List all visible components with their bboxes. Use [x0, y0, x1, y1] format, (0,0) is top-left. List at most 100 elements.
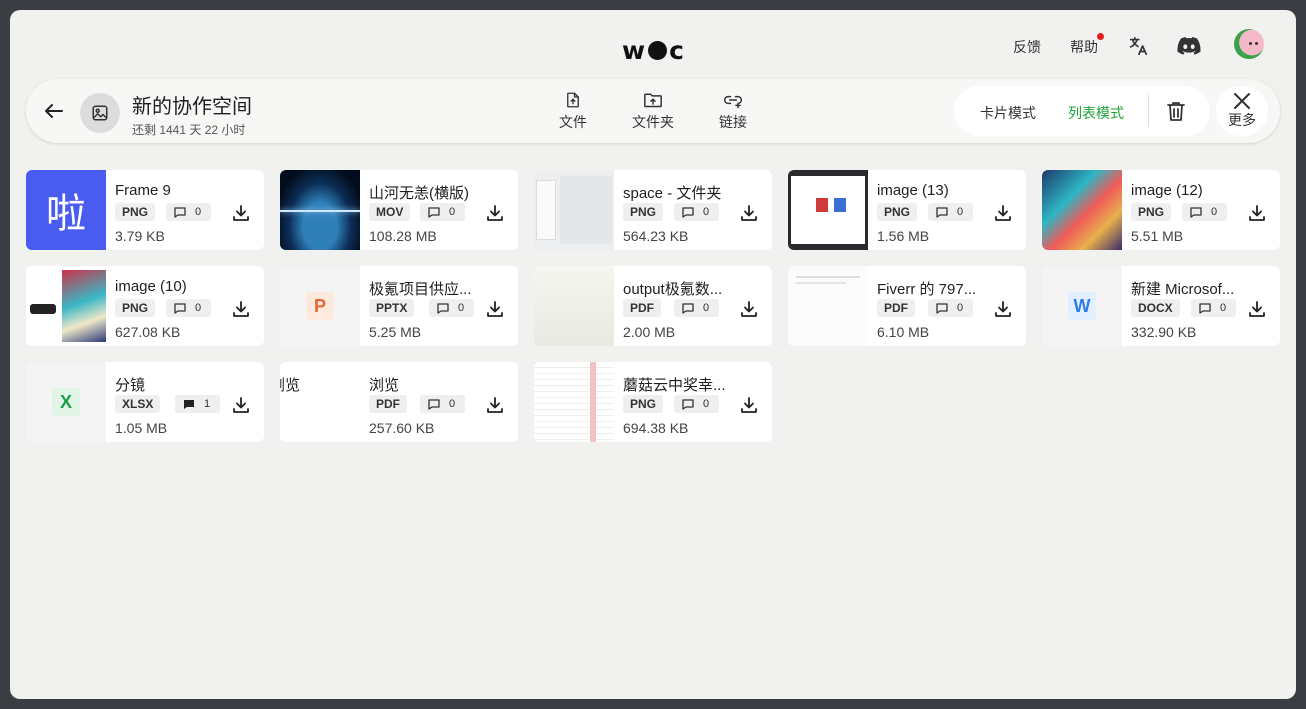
download-icon[interactable] — [994, 204, 1012, 222]
file-name[interactable]: image (13) — [877, 182, 949, 199]
file-name[interactable]: 蘑菇云中奖幸... — [623, 374, 726, 395]
download-icon[interactable] — [486, 396, 504, 414]
file-thumbnail[interactable]: W — [1042, 266, 1122, 346]
comment-count-badge[interactable]: 0 — [1182, 203, 1227, 221]
file-name[interactable]: image (12) — [1131, 182, 1203, 199]
comment-count: 1 — [204, 398, 211, 410]
comment-count-badge[interactable]: 0 — [674, 203, 719, 221]
file-type-badge: PNG — [623, 395, 664, 413]
comment-count-badge[interactable]: 0 — [420, 395, 465, 413]
file-card[interactable]: image (13) PNG 0 1.56 MB — [788, 170, 1026, 250]
file-name[interactable]: image (10) — [115, 278, 187, 295]
file-card[interactable]: image (12) PNG 0 5.51 MB — [1042, 170, 1280, 250]
feedback-link[interactable]: 反馈 — [1013, 37, 1041, 57]
comment-count: 0 — [195, 302, 202, 314]
file-type-badge: PDF — [623, 299, 661, 317]
comment-count-badge[interactable]: 0 — [928, 299, 973, 317]
file-type-badge: DOCX — [1131, 299, 1180, 317]
add-link-button[interactable]: 链接 — [719, 91, 747, 132]
comment-count-badge[interactable]: 0 — [166, 203, 211, 221]
file-name[interactable]: 新建 Microsof... — [1131, 278, 1234, 299]
download-icon[interactable] — [486, 300, 504, 318]
file-card[interactable]: 啦 Frame 9 PNG 0 3.79 KB — [26, 170, 264, 250]
download-icon[interactable] — [1248, 300, 1266, 318]
file-card[interactable]: output极氪数... PDF 0 2.00 MB — [534, 266, 772, 346]
download-icon[interactable] — [232, 300, 250, 318]
file-card[interactable]: W 新建 Microsof... DOCX 0 332.90 KB — [1042, 266, 1280, 346]
upload-file-button[interactable]: 文件 — [559, 91, 587, 132]
upload-file-label: 文件 — [559, 114, 587, 130]
space-image-icon[interactable] — [80, 93, 120, 133]
comment-icon — [428, 398, 440, 410]
download-icon[interactable] — [232, 204, 250, 222]
comment-icon — [936, 206, 948, 218]
file-thumbnail[interactable]: X — [26, 362, 106, 442]
file-name[interactable]: Frame 9 — [115, 182, 171, 199]
file-card[interactable]: 蘑菇云中奖幸... PNG 0 694.38 KB — [534, 362, 772, 442]
file-card[interactable]: space - 文件夹 PNG 0 564.23 KB — [534, 170, 772, 250]
download-icon[interactable] — [486, 204, 504, 222]
file-thumbnail[interactable]: 啦 — [26, 170, 106, 250]
thumb-text: 啦 — [26, 170, 106, 250]
folder-upload-icon — [644, 93, 662, 108]
file-card[interactable]: P 极氪项目供应... PPTX 0 5.25 MB — [280, 266, 518, 346]
upload-folder-label: 文件夹 — [632, 114, 674, 130]
comment-count-badge[interactable]: 0 — [928, 203, 973, 221]
file-type-badge: PDF — [369, 395, 407, 413]
file-thumbnail[interactable] — [534, 266, 614, 346]
file-thumbnail[interactable] — [534, 362, 614, 442]
file-card[interactable]: 山河无恙(横版) MOV 0 108.28 MB — [280, 170, 518, 250]
list-mode-button[interactable]: 列表模式 — [1068, 103, 1124, 123]
help-link[interactable]: 帮助 — [1070, 33, 1104, 57]
file-thumbnail[interactable]: P — [280, 266, 360, 346]
comment-count: 0 — [703, 206, 710, 218]
logo[interactable]: w c — [622, 36, 685, 65]
file-thumbnail[interactable] — [1042, 170, 1122, 250]
comment-count-badge[interactable]: 0 — [674, 299, 719, 317]
file-thumbnail[interactable] — [280, 170, 360, 250]
space-title[interactable]: 新的协作空间 — [132, 90, 252, 119]
upload-folder-button[interactable]: 文件夹 — [632, 91, 674, 132]
file-card[interactable]: 浏览 浏览 PDF 0 257.60 KB — [280, 362, 518, 442]
file-thumbnail[interactable]: 浏览 — [280, 362, 360, 442]
file-type-badge: PPTX — [369, 299, 415, 317]
download-icon[interactable] — [994, 300, 1012, 318]
back-arrow-icon[interactable] — [42, 99, 66, 123]
download-icon[interactable] — [740, 300, 758, 318]
comment-count-badge[interactable]: 0 — [420, 203, 465, 221]
comment-icon — [174, 206, 186, 218]
comment-count-badge[interactable]: 1 — [175, 395, 220, 413]
comment-count: 0 — [449, 398, 456, 410]
comment-count-badge[interactable]: 0 — [166, 299, 211, 317]
file-name[interactable]: space - 文件夹 — [623, 182, 721, 203]
comment-count-badge[interactable]: 0 — [1191, 299, 1236, 317]
download-icon[interactable] — [232, 396, 250, 414]
download-icon[interactable] — [740, 204, 758, 222]
file-thumbnail[interactable] — [788, 170, 868, 250]
file-name[interactable]: output极氪数... — [623, 278, 722, 299]
comment-count-badge[interactable]: 0 — [674, 395, 719, 413]
file-name[interactable]: 山河无恙(横版) — [369, 182, 469, 203]
file-name[interactable]: 极氪项目供应... — [369, 278, 472, 299]
trash-icon[interactable] — [1166, 100, 1186, 122]
download-icon[interactable] — [740, 396, 758, 414]
thumb-text: X — [52, 388, 80, 416]
more-button[interactable]: 更多 — [1216, 86, 1268, 136]
file-name[interactable]: 浏览 — [369, 374, 399, 395]
avatar[interactable] — [1234, 29, 1264, 59]
discord-icon[interactable] — [1177, 35, 1201, 57]
file-thumbnail[interactable] — [26, 266, 106, 346]
file-name[interactable]: 分镜 — [115, 374, 145, 395]
download-icon[interactable] — [1248, 204, 1266, 222]
file-card[interactable]: X 分镜 XLSX 1 1.05 MB — [26, 362, 264, 442]
file-upload-icon — [567, 92, 579, 108]
file-thumbnail[interactable] — [788, 266, 868, 346]
comment-count-badge[interactable]: 0 — [429, 299, 474, 317]
file-card[interactable]: Fiverr 的 797... PDF 0 6.10 MB — [788, 266, 1026, 346]
file-thumbnail[interactable] — [534, 170, 614, 250]
file-card[interactable]: image (10) PNG 0 627.08 KB — [26, 266, 264, 346]
translate-icon[interactable] — [1127, 35, 1149, 57]
file-name[interactable]: Fiverr 的 797... — [877, 278, 976, 299]
card-mode-button[interactable]: 卡片模式 — [980, 103, 1036, 123]
file-type-badge: MOV — [369, 203, 411, 221]
